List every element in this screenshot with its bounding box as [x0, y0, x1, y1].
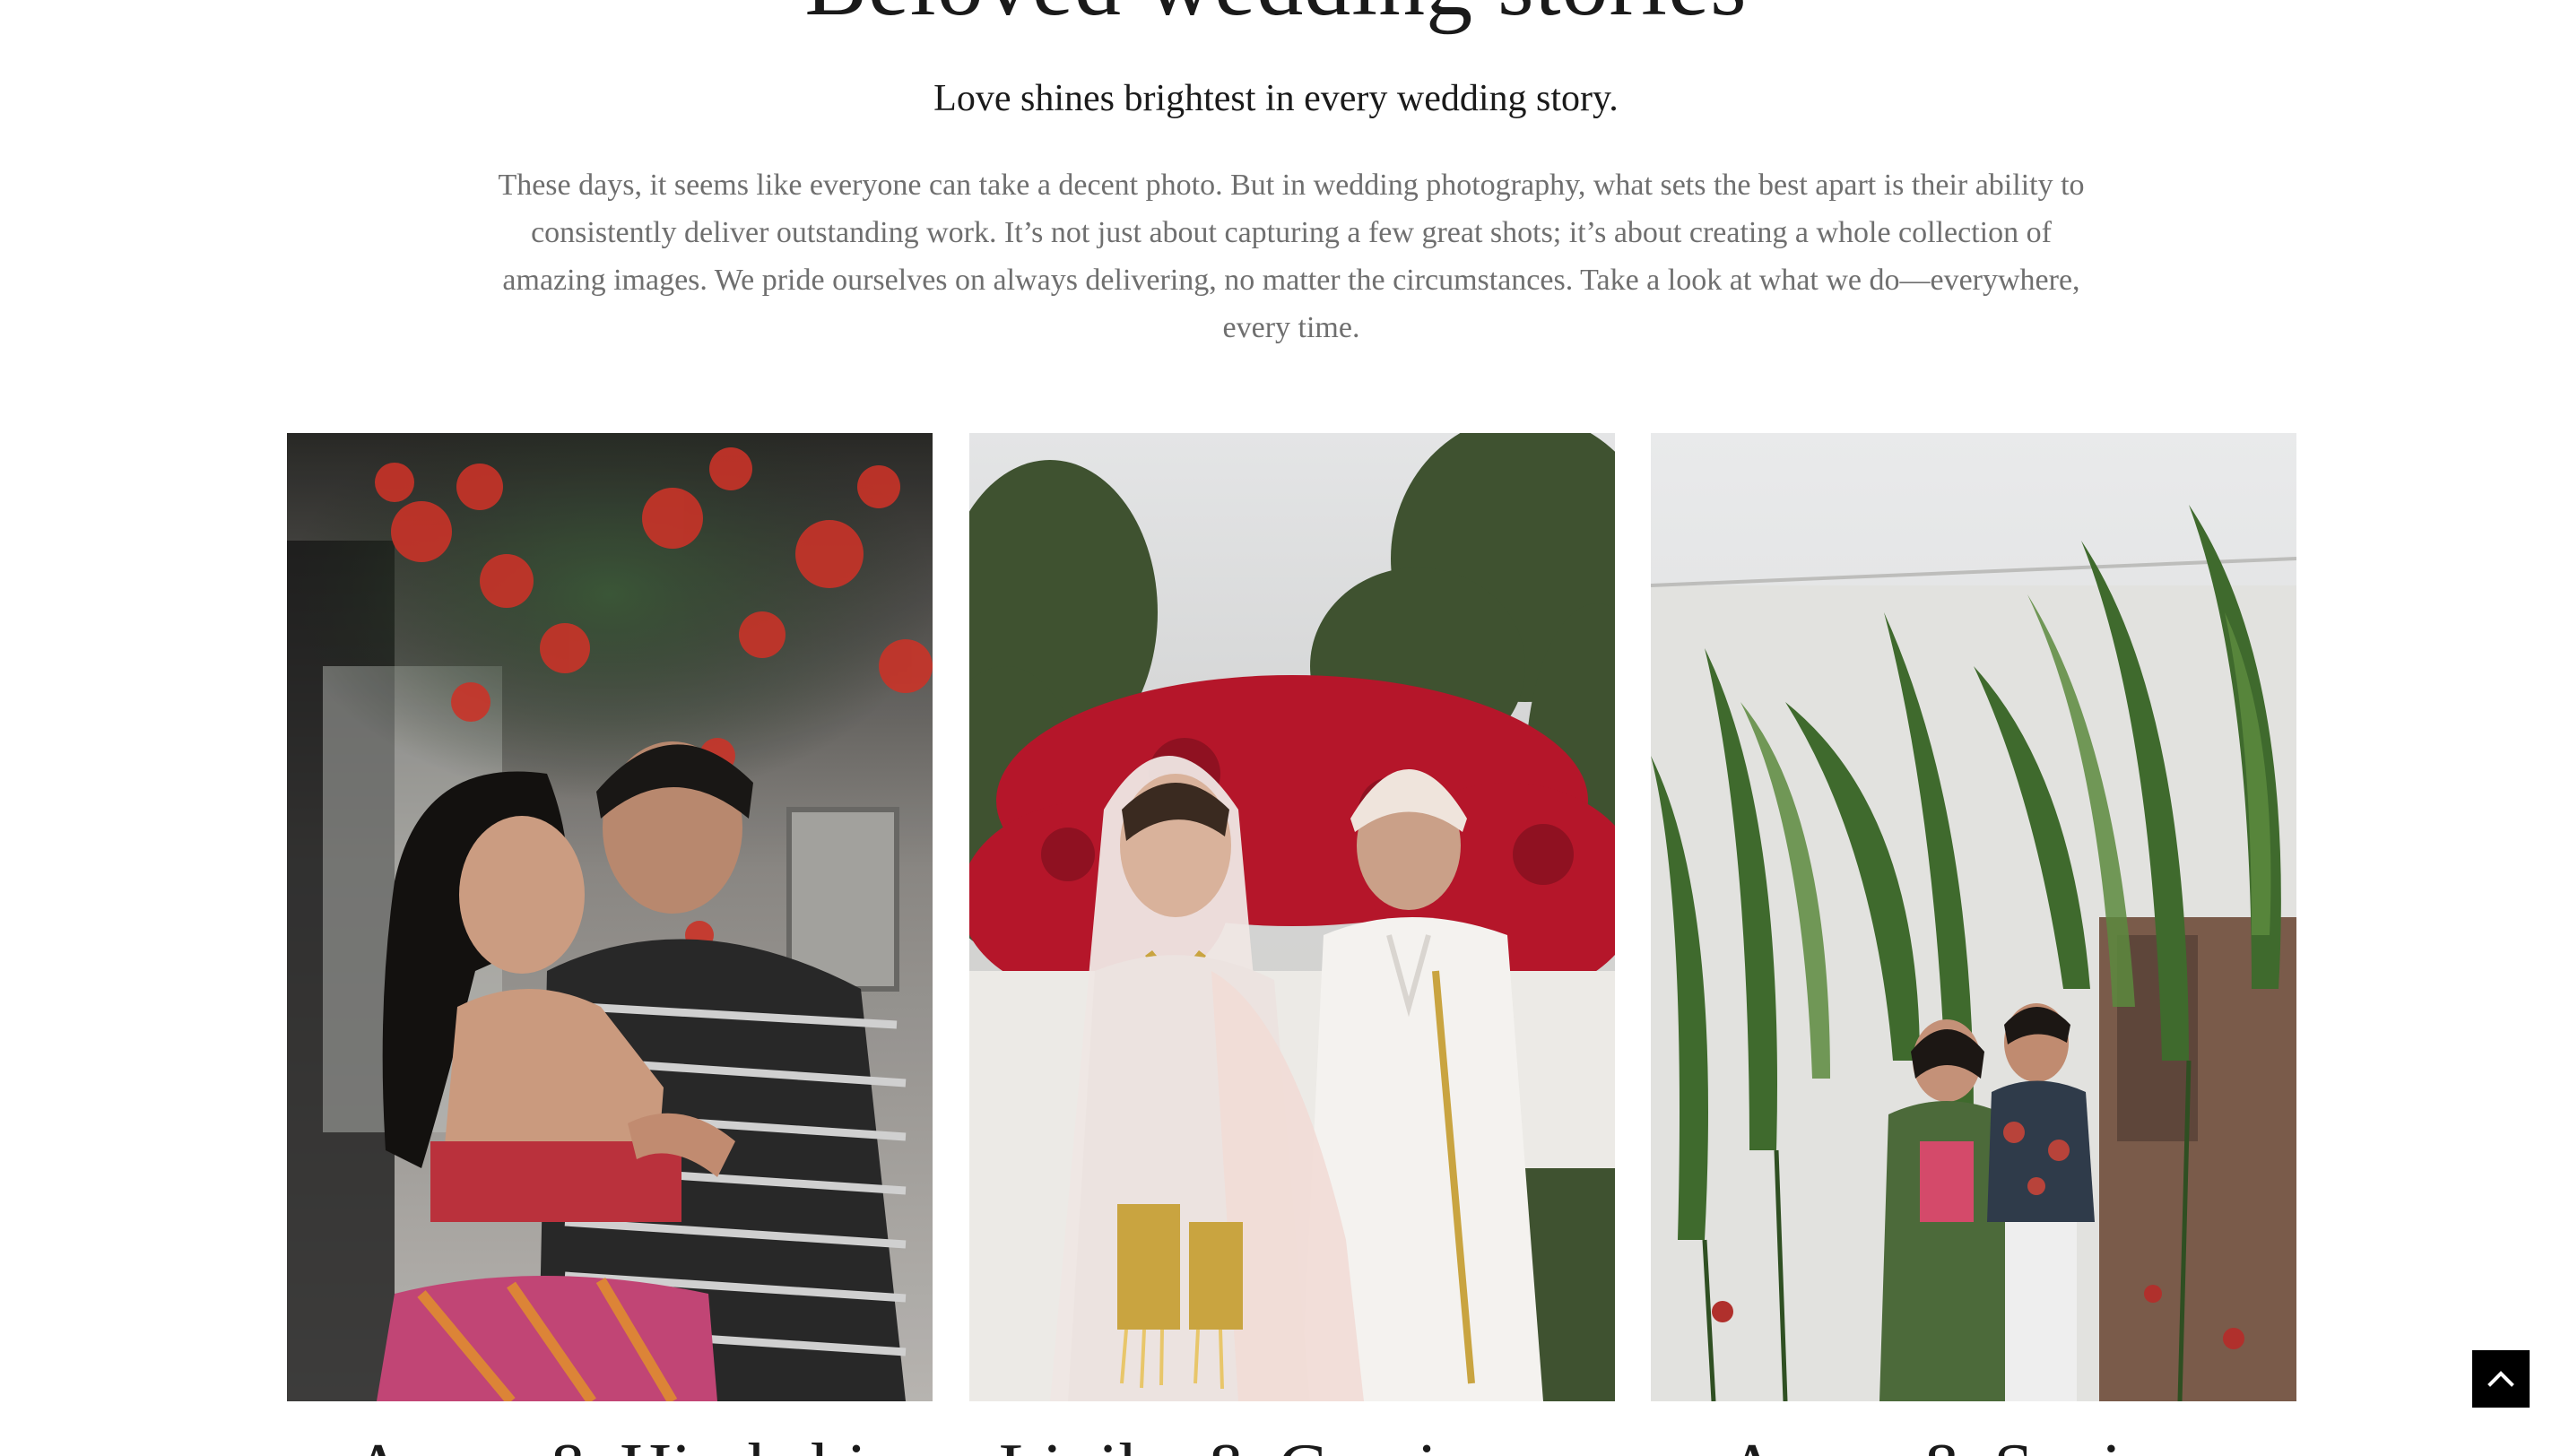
story-photo-anam-himkshi[interactable]	[287, 433, 933, 1401]
chevron-up-icon	[2487, 1371, 2514, 1387]
section-title: Beloved wedding stories	[0, 0, 2552, 38]
story-photo-lipika-gursimran[interactable]	[968, 433, 1615, 1401]
story-title[interactable]: Lipika & Gursimran	[969, 1426, 1615, 1456]
story-title[interactable]: Aarav & Sanjana	[1651, 1426, 2296, 1456]
section-subtitle: Love shines brightest in every wedding s…	[933, 78, 1619, 119]
story-photo-aarav-sanjana[interactable]	[1651, 433, 2296, 1401]
intro-paragraph: These days, it seems like everyone can t…	[498, 169, 2085, 344]
story-card[interactable]: Aarav & Sanjana	[1651, 433, 2296, 1456]
story-card[interactable]: Lipika & Gursimran	[968, 433, 1615, 1456]
stories-gallery: Anam & Himkshi	[287, 433, 2296, 1456]
back-to-top-button[interactable]	[2472, 1350, 2530, 1408]
story-title[interactable]: Anam & Himkshi	[287, 1426, 933, 1456]
story-card[interactable]: Anam & Himkshi	[287, 433, 933, 1456]
